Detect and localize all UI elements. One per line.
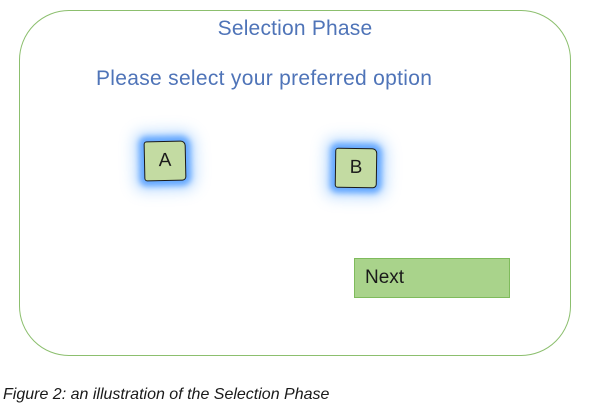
next-button-label: Next <box>365 267 405 288</box>
option-b-button[interactable]: B <box>334 147 378 189</box>
figure-caption: Figure 2: an illustration of the Selecti… <box>3 386 330 403</box>
selection-screen-frame: Selection Phase Please select your prefe… <box>19 10 571 356</box>
option-a-button[interactable]: A <box>143 140 187 182</box>
next-button[interactable]: Next <box>354 258 510 298</box>
screen-title: Selection Phase <box>217 17 373 40</box>
option-a-label: A <box>158 149 172 172</box>
selection-prompt: Please select your preferred option <box>96 67 433 90</box>
option-b-label: B <box>349 156 363 179</box>
